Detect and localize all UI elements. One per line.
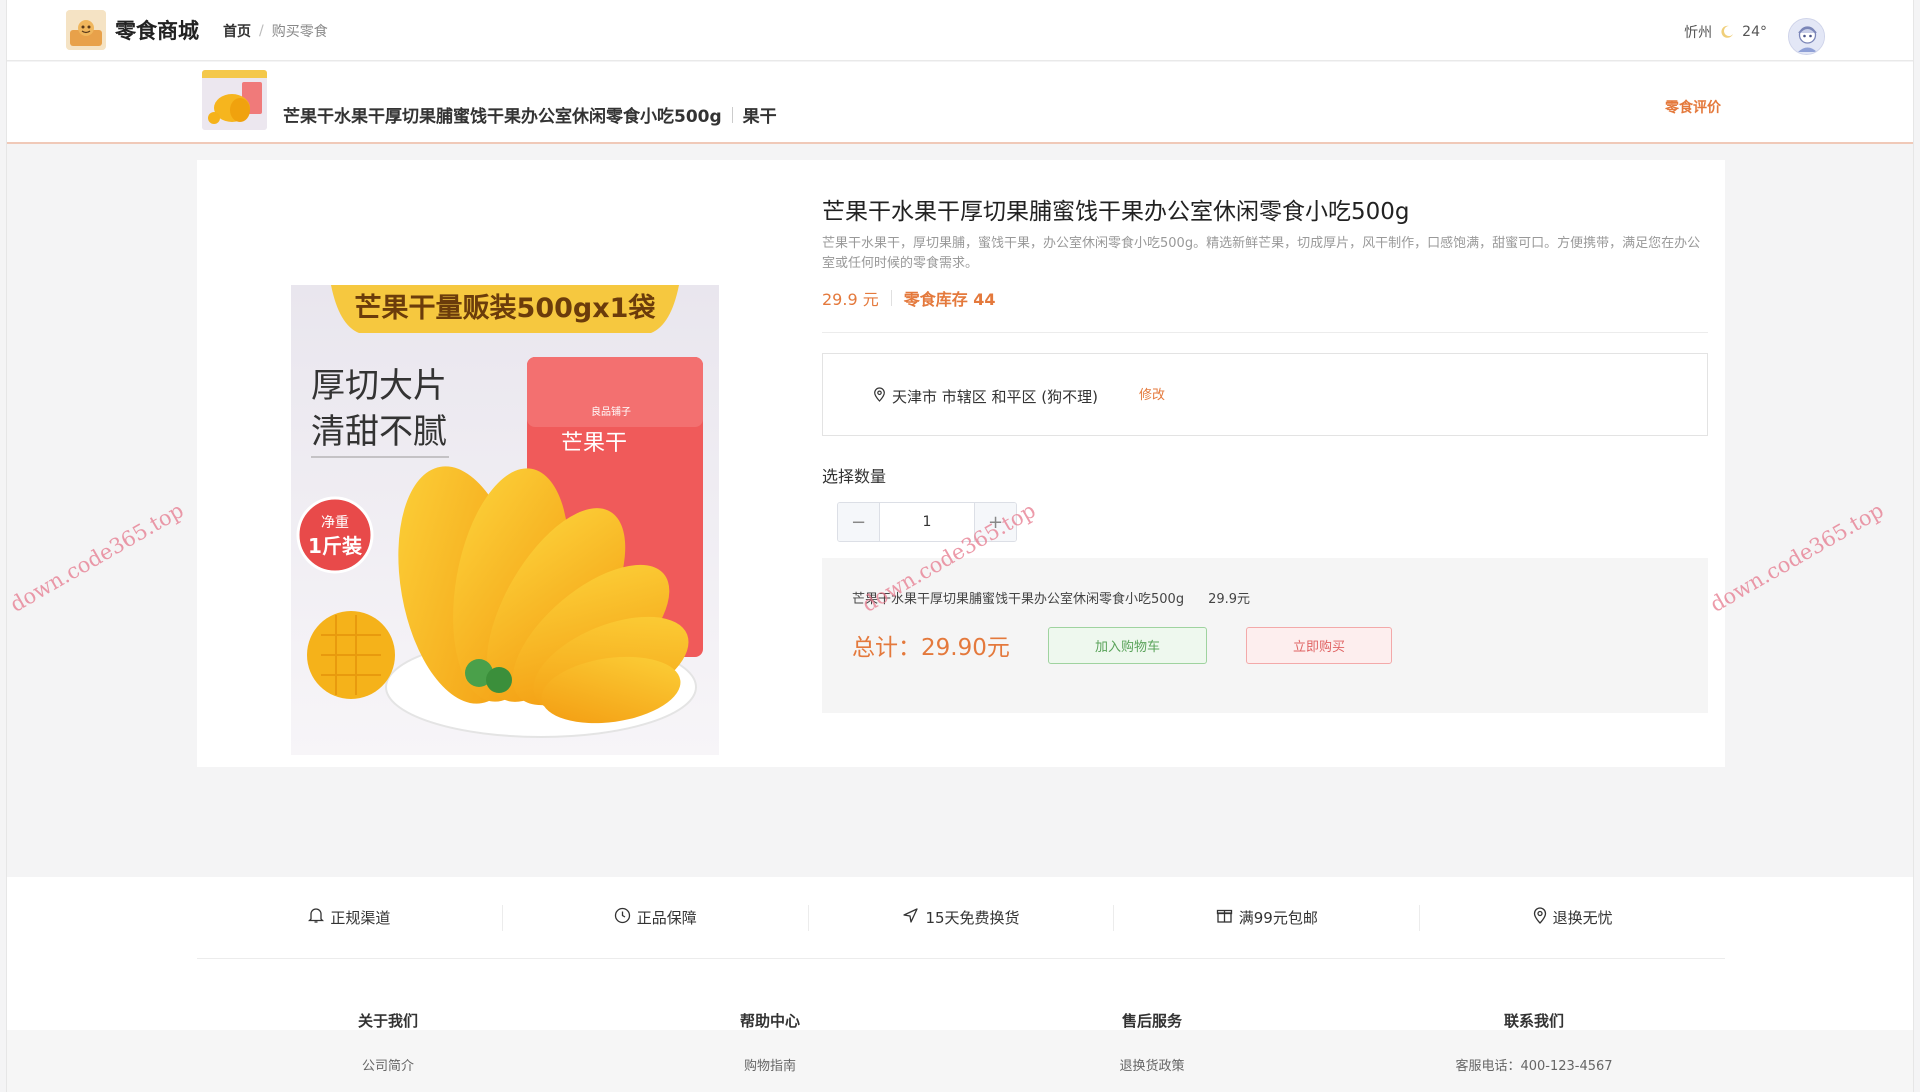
guarantee-item: 正规渠道 xyxy=(197,904,503,931)
footer: 正规渠道 正品保障 15天免费换货 满99元包邮 退换无忧 关于我们 公司简介 … xyxy=(7,877,1913,1092)
snack-review-link[interactable]: 零食评价 xyxy=(1665,97,1721,117)
guarantee-item: 15天免费换货 xyxy=(809,904,1115,931)
product-stock: 零食库存 44 xyxy=(903,290,996,309)
gift-box-icon xyxy=(1216,907,1233,928)
address-box: 天津市 市辖区 和平区 (狗不理) 修改 xyxy=(822,353,1708,436)
footer-column: 帮助中心 购物指南 xyxy=(579,1010,961,1074)
guarantee-item: 退换无忧 xyxy=(1420,905,1725,931)
decrease-button[interactable]: − xyxy=(838,503,879,541)
guarantee-label: 满99元包邮 xyxy=(1238,909,1318,927)
pack-brand: 良品铺子 xyxy=(591,405,631,418)
product-bar-category: 果干 xyxy=(742,107,777,127)
guarantee-label: 正品保障 xyxy=(636,909,697,927)
image-slogan-1: 厚切大片 xyxy=(311,366,447,406)
footer-column: 售后服务 退换货政策 xyxy=(961,1010,1343,1074)
address-text: 天津市 市辖区 和平区 (狗不理) xyxy=(892,388,1099,406)
product-card: 芒果干量贩装500gx1袋 厚切大片 清甜不腻 良品铺子 芒果干 净重 1斤装 … xyxy=(197,160,1725,767)
footer-heading: 联系我们 xyxy=(1503,1012,1564,1030)
add-to-cart-button[interactable]: 加入购物车 xyxy=(1048,627,1207,664)
divider xyxy=(890,290,892,306)
divider xyxy=(731,106,733,123)
breadcrumb-separator: / xyxy=(259,23,264,39)
moon-icon xyxy=(1720,25,1734,39)
guarantee-item: 正品保障 xyxy=(503,904,809,931)
product-thumbnail[interactable] xyxy=(202,70,267,130)
breadcrumb: 首页 / 购买零食 xyxy=(223,21,328,41)
logo-icon[interactable] xyxy=(66,10,106,50)
location-pin-icon xyxy=(873,387,886,406)
footer-contact: 客服电话：400-123-4567 xyxy=(1455,1059,1613,1074)
footer-heading: 帮助中心 xyxy=(739,1012,800,1030)
product-bar-title: 芒果干水果干厚切果脯蜜饯干果办公室休闲零食小吃500g 果干 xyxy=(283,102,777,127)
brand-name[interactable]: 零食商城 xyxy=(115,15,199,45)
modify-address-link[interactable]: 修改 xyxy=(1139,384,1165,403)
image-slogan-2: 清甜不腻 xyxy=(311,412,447,452)
footer-heading: 关于我们 xyxy=(357,1012,418,1030)
buy-now-button[interactable]: 立即购买 xyxy=(1246,627,1392,664)
price-row: 29.9 元 零食库存 44 xyxy=(822,286,1708,333)
footer-link[interactable]: 公司简介 xyxy=(197,1055,579,1074)
send-arrow-icon xyxy=(902,907,919,928)
breadcrumb-current: 购买零食 xyxy=(271,24,328,40)
footer-link[interactable]: 退换货政策 xyxy=(961,1055,1343,1074)
footer-heading: 售后服务 xyxy=(1121,1012,1182,1030)
quantity-label: 选择数量 xyxy=(822,467,887,486)
guarantee-label: 退换无忧 xyxy=(1552,909,1613,927)
summary-item-price: 29.9元 xyxy=(1208,592,1251,607)
image-banner-text: 芒果干量贩装500gx1袋 xyxy=(355,293,657,324)
avatar[interactable] xyxy=(1788,18,1825,55)
footer-columns: 关于我们 公司简介 帮助中心 购物指南 售后服务 退换货政策 联系我们 客服电话… xyxy=(197,1010,1725,1074)
product-main-image[interactable]: 芒果干量贩装500gx1袋 厚切大片 清甜不腻 良品铺子 芒果干 净重 1斤装 xyxy=(291,285,719,755)
product-price: 29.9 元 xyxy=(822,290,879,309)
guarantee-bar: 正规渠道 正品保障 15天免费换货 满99元包邮 退换无忧 xyxy=(197,877,1725,959)
weather-city: 忻州 xyxy=(1684,25,1713,41)
weather-temperature: 24° xyxy=(1742,24,1767,40)
location-pin-icon xyxy=(1533,907,1547,928)
weather-widget: 忻州 24° xyxy=(1684,22,1767,42)
guarantee-label: 15天免费换货 xyxy=(925,909,1020,927)
product-bar-name: 芒果干水果干厚切果脯蜜饯干果办公室休闲零食小吃500g xyxy=(283,107,722,127)
product-bar: 芒果干水果干厚切果脯蜜饯干果办公室休闲零食小吃500g 果干 零食评价 xyxy=(7,62,1913,144)
top-header: 零食商城 首页 / 购买零食 忻州 24° xyxy=(7,0,1913,61)
delivery-address: 天津市 市辖区 和平区 (狗不理) xyxy=(873,386,1098,407)
footer-column: 关于我们 公司简介 xyxy=(197,1010,579,1074)
product-info: 芒果干水果干厚切果脯蜜饯干果办公室休闲零食小吃500g 芒果干水果干，厚切果脯，… xyxy=(822,196,1708,713)
bell-icon xyxy=(308,907,325,928)
pack-name: 芒果干 xyxy=(561,431,627,456)
product-title: 芒果干水果干厚切果脯蜜饯干果办公室休闲零食小吃500g xyxy=(822,199,1410,225)
footer-link[interactable]: 购物指南 xyxy=(579,1055,961,1074)
badge-net-weight: 净重 xyxy=(321,515,349,531)
footer-column: 联系我们 客服电话：400-123-4567 xyxy=(1343,1010,1725,1074)
guarantee-item: 满99元包邮 xyxy=(1114,904,1421,931)
product-description: 芒果干水果干，厚切果脯，蜜饯干果，办公室休闲零食小吃500g。精选新鲜芒果，切成… xyxy=(822,236,1701,271)
clock-icon xyxy=(614,907,631,928)
order-summary: 芒果干水果干厚切果脯蜜饯干果办公室休闲零食小吃500g 29.9元 总计：29.… xyxy=(822,558,1708,713)
guarantee-label: 正规渠道 xyxy=(330,909,391,927)
badge-one-jin: 1斤装 xyxy=(308,534,362,558)
order-total: 总计：29.90元 xyxy=(852,635,1010,661)
breadcrumb-home[interactable]: 首页 xyxy=(223,21,251,41)
